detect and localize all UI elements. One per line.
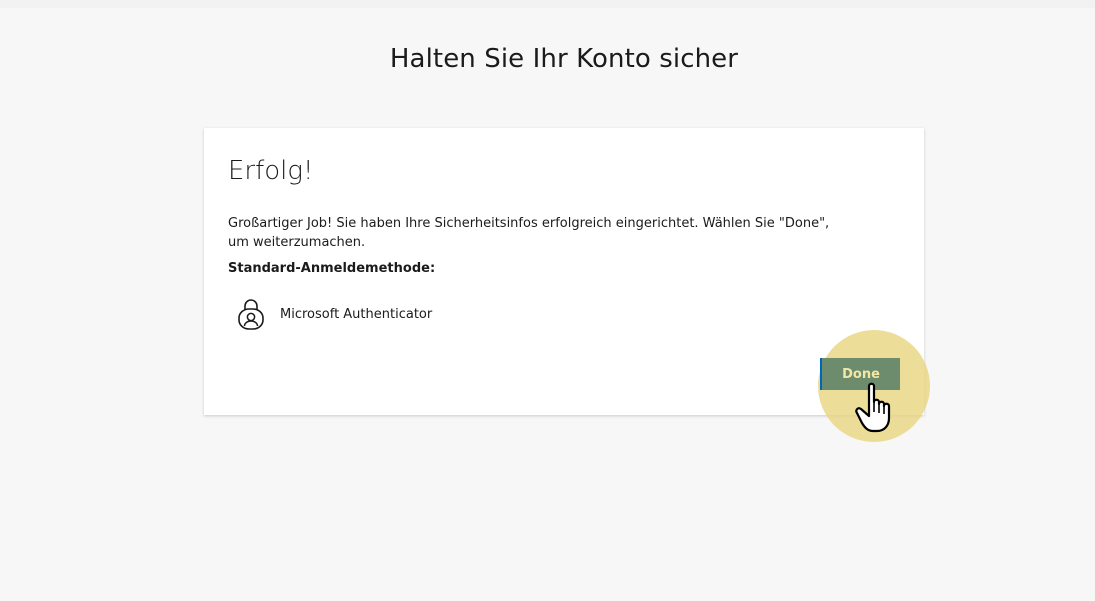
hand-pointer-icon <box>852 380 902 436</box>
default-method-label: Standard-Anmeldemethode: <box>228 261 436 276</box>
success-message: Großartiger Job! Sie haben Ihre Sicherhe… <box>228 216 830 250</box>
card-heading: Erfolg! <box>228 156 314 186</box>
success-card: Erfolg! Großartiger Job! Sie haben Ihre … <box>204 128 924 415</box>
method-name: Microsoft Authenticator <box>280 306 433 322</box>
authenticator-lock-icon <box>236 297 266 331</box>
page-title: Halten Sie Ihr Konto sicher <box>389 44 739 74</box>
default-method-row: Microsoft Authenticator <box>236 296 432 332</box>
top-bar <box>0 0 1095 8</box>
